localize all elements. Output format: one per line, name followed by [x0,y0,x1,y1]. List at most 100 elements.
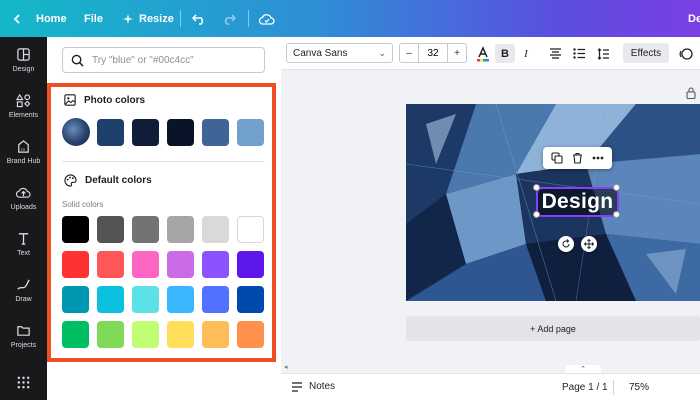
solid-color-swatch[interactable] [62,216,89,243]
user-menu[interactable]: De [688,0,700,37]
solid-color-swatch[interactable] [167,286,194,313]
solid-color-swatch[interactable] [97,216,124,243]
solid-color-swatch[interactable] [167,216,194,243]
trash-icon[interactable] [572,152,583,164]
animate-icon [679,47,693,60]
font-size-value[interactable]: 32 [418,44,448,62]
nav-item-elements[interactable]: Elements [0,83,47,129]
spacing-button[interactable] [595,44,611,63]
nav-item-apps[interactable] [0,359,47,400]
search-icon [71,54,84,67]
photo-color-swatch[interactable] [202,119,229,146]
solid-color-swatch[interactable] [202,286,229,313]
list-button[interactable] [571,44,587,63]
nav-item-draw[interactable]: Draw [0,267,47,313]
solid-color-swatch[interactable] [237,216,264,243]
lock-icon [686,87,696,100]
sparkle-icon [123,13,133,24]
side-navigation: Design Elements co Brand Hub Uploads Tex… [0,37,47,400]
italic-icon: I [524,47,528,60]
solid-color-swatch[interactable] [97,321,124,348]
solid-color-swatch[interactable] [62,251,89,278]
solid-color-swatch[interactable] [202,216,229,243]
solid-color-swatch[interactable] [132,321,159,348]
solid-color-swatch[interactable] [202,251,229,278]
solid-color-swatch[interactable] [202,321,229,348]
more-options-icon[interactable] [592,156,604,160]
solid-color-swatch[interactable] [97,286,124,313]
solid-color-swatch[interactable] [62,286,89,313]
redo-button[interactable] [222,0,236,37]
lock-button[interactable] [686,86,696,104]
resize-handle[interactable] [613,184,620,191]
font-family-select[interactable]: Canva Sans ⌄ [286,43,393,63]
increase-size-button[interactable]: + [448,48,466,59]
nav-label: Text [17,250,30,257]
layout-icon [17,48,30,61]
resize-handle[interactable] [533,184,540,191]
color-search[interactable] [62,47,265,73]
scroll-left-icon[interactable]: ◂ [284,363,288,371]
photo-color-swatch[interactable] [97,119,124,146]
solid-color-swatch[interactable] [167,321,194,348]
color-panel: Photo colors Default colors Solid colors [47,37,281,400]
text-color-button[interactable] [474,44,492,63]
save-status-button[interactable] [259,0,275,37]
solid-color-swatch[interactable] [132,216,159,243]
nav-item-design[interactable]: Design [0,37,47,83]
nav-label: Brand Hub [6,158,41,165]
nav-label: Projects [10,342,37,349]
notes-label: Notes [309,381,336,392]
italic-button[interactable]: I [519,44,533,63]
decrease-size-button[interactable]: – [400,48,418,59]
solid-color-swatch[interactable] [97,251,124,278]
solid-color-swatch[interactable] [167,251,194,278]
element-context-menu [543,147,612,169]
nav-label: Draw [15,296,32,303]
nav-item-brand-hub[interactable]: co Brand Hub [0,129,47,175]
rotate-icon [562,239,570,248]
image-icon [64,94,76,106]
rotate-button[interactable] [558,236,574,252]
solid-color-swatch[interactable] [132,251,159,278]
undo-icon [192,13,204,25]
nav-label: Design [12,66,35,73]
nav-item-text[interactable]: Text [0,221,47,267]
nav-item-uploads[interactable]: Uploads [0,175,47,221]
home-label: Home [36,12,67,25]
move-icon [584,239,594,249]
animate-button[interactable] [678,44,694,63]
notes-icon [292,381,302,392]
solid-color-swatch[interactable] [237,286,264,313]
bold-button[interactable]: B [495,44,515,63]
resize-handle[interactable] [613,211,620,218]
effects-button[interactable]: Effects [623,43,669,63]
resize-button[interactable]: Resize [123,0,174,37]
photo-color-swatch[interactable] [132,119,159,146]
zoom-level[interactable]: 75% [629,382,649,393]
solid-color-swatch[interactable] [62,321,89,348]
move-button[interactable] [581,236,597,252]
bottom-divider [613,380,614,395]
photo-color-swatch[interactable] [167,119,194,146]
photo-thumbnail-swatch[interactable] [62,118,90,146]
home-button[interactable]: Home [12,0,67,37]
nav-item-projects[interactable]: Projects [0,313,47,359]
design-text[interactable]: Design [542,190,614,214]
section-divider [62,161,265,162]
duplicate-icon[interactable] [551,152,563,164]
toolbar-divider [180,10,181,27]
solid-color-swatch[interactable] [132,286,159,313]
resize-handle[interactable] [533,211,540,218]
undo-button[interactable] [192,0,206,37]
solid-color-swatch[interactable] [237,321,264,348]
photo-color-swatch[interactable] [237,119,264,146]
solid-color-swatch[interactable] [237,251,264,278]
selected-text-element[interactable]: Design [536,187,619,217]
color-search-input[interactable] [92,54,252,66]
add-page-button[interactable]: + Add page [406,316,700,341]
align-button[interactable] [547,44,563,63]
page-indicator[interactable]: Page 1 / 1 [562,382,608,393]
notes-button[interactable]: Notes [291,381,335,392]
file-menu-button[interactable]: File [84,0,103,37]
